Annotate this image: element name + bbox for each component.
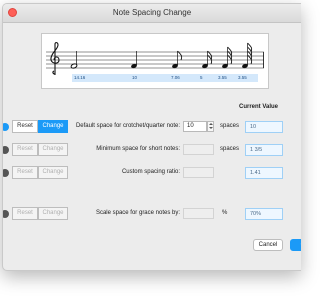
minimum-space-label: Minimum space for short notes: xyxy=(96,146,180,152)
custom-ratio-current: 1.41 xyxy=(245,167,283,179)
reset-button[interactable]: Reset xyxy=(12,143,38,156)
grace-notes-label: Scale space for grace notes by: xyxy=(95,210,180,216)
change-button[interactable]: Change xyxy=(38,120,68,133)
stepper-up-icon xyxy=(208,123,213,125)
default-space-input[interactable]: 10 xyxy=(183,121,207,132)
default-space-unit: spaces xyxy=(220,123,240,129)
custom-ratio-input[interactable] xyxy=(183,167,214,178)
title-bar: Note Spacing Change xyxy=(3,4,301,23)
change-button[interactable]: Change xyxy=(38,143,68,156)
change-button[interactable]: Change xyxy=(38,166,68,179)
current-value-header: Current Value xyxy=(239,104,279,110)
cancel-button[interactable]: Cancel xyxy=(253,239,283,251)
ruler-value: 14.16 xyxy=(74,75,86,80)
reset-button[interactable]: Reset xyxy=(12,166,38,179)
toggle-icon[interactable] xyxy=(3,123,9,131)
ok-button[interactable]: OK xyxy=(290,239,301,251)
ruler-value: 7.06 xyxy=(171,75,180,80)
toggle-icon[interactable] xyxy=(3,146,9,154)
minimum-space-unit: spaces xyxy=(220,146,240,152)
toggle-icon[interactable] xyxy=(3,210,9,218)
spacing-ruler: 14.16 10 7.06 5 3.55 3.55 xyxy=(72,74,258,82)
minimum-space-current: 1 3/5 xyxy=(245,144,283,156)
ruler-value: 10 xyxy=(132,75,138,80)
reset-button[interactable]: Reset xyxy=(12,120,38,133)
default-space-current: 10 xyxy=(245,121,283,133)
grace-notes-input[interactable] xyxy=(183,208,214,219)
window-title: Note Spacing Change xyxy=(112,8,192,17)
treble-clef-icon xyxy=(50,42,60,75)
default-space-label: Default space for crotchet/quarter note: xyxy=(75,123,180,129)
stepper-down-icon xyxy=(208,127,213,129)
ruler-value: 5 xyxy=(200,75,203,80)
minimum-space-input[interactable] xyxy=(183,144,214,155)
custom-ratio-label: Custom spacing ratio: xyxy=(121,169,180,175)
default-space-stepper[interactable] xyxy=(207,121,214,132)
toggle-icon[interactable] xyxy=(3,169,9,177)
ruler-value: 3.55 xyxy=(238,75,247,80)
reset-button[interactable]: Reset xyxy=(12,207,38,220)
ruler-value: 3.55 xyxy=(218,75,227,80)
grace-notes-current: 70% xyxy=(245,208,283,220)
grace-notes-unit: % xyxy=(222,210,228,216)
note-spacing-dialog: Note Spacing Change 14.16 10 7.06 5 3.55… xyxy=(2,3,301,271)
change-button[interactable]: Change xyxy=(38,207,68,220)
